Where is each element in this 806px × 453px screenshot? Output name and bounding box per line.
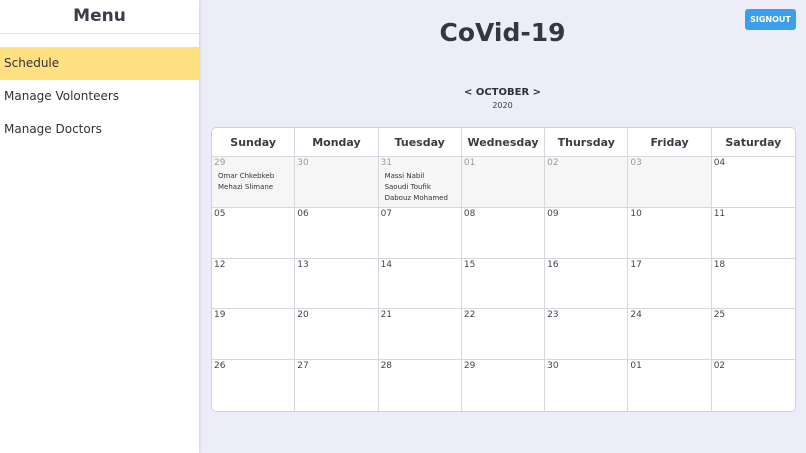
day-number: 01 [463,158,476,168]
day-number: 15 [463,259,476,270]
month-label: OCTOBER [475,87,530,98]
next-month-button[interactable]: > [533,87,541,98]
day-number: 10 [630,208,642,219]
prev-month-button[interactable]: < [464,87,472,98]
calendar-day-cell[interactable]: 15 [461,258,546,310]
calendar-day-cell[interactable]: 29 [461,360,546,411]
event-entry[interactable]: Saoudi Toufik [381,182,459,193]
main-content: SIGNOUT CoVid-19 < OCTOBER > 2020 Sunday… [199,0,806,453]
day-number: 02 [547,158,559,168]
event-list: Massi Nabil Saoudi Toufik Dabouz Mohamed [381,171,459,204]
day-number: 29 [463,361,476,372]
day-number: 13 [297,259,309,270]
calendar-day-cell[interactable]: 26 [212,360,296,411]
calendar-day-cell[interactable]: 30 [295,157,379,208]
calendar-day-cell[interactable]: 05 [212,207,296,259]
calendar-day-cell[interactable]: 30 [545,360,629,411]
weekday-header-saturday: Saturday [711,128,795,157]
calendar-day-cell[interactable]: 02 [545,157,629,208]
sidebar-item-manage-doctors[interactable]: Manage Doctors [0,113,199,146]
menu-list: Schedule Manage Volonteers Manage Doctor… [0,47,199,146]
day-number: 27 [297,361,309,372]
calendar-day-cell[interactable]: 17 [628,258,712,310]
day-number: 04 [713,158,726,168]
weekday-header-thursday: Thursday [545,128,629,157]
calendar-day-cell[interactable]: 29 Omar Chkebkeb Mehazi Slimane [212,157,296,208]
calendar-day-cell[interactable]: 07 [378,207,462,259]
calendar-day-cell[interactable]: 13 [295,258,379,310]
calendar-day-cell[interactable]: 09 [545,207,629,259]
day-number: 06 [297,208,309,219]
calendar-day-cell[interactable]: 01 [461,157,546,208]
weekday-header-monday: Monday [295,128,379,157]
calendar-day-cell[interactable]: 10 [628,207,712,259]
calendar-day-cell[interactable]: 24 [628,309,712,361]
weekday-header-friday: Friday [628,128,712,157]
event-entry[interactable]: Omar Chkebkeb [214,171,292,182]
calendar-day-cell[interactable]: 06 [295,207,379,259]
calendar-day-cell[interactable]: 21 [378,309,462,361]
day-number: 11 [713,208,726,219]
calendar-day-cell[interactable]: 16 [545,258,629,310]
calendar-day-cell[interactable]: 25 [711,309,795,361]
calendar-day-cell[interactable]: 31 Massi Nabil Saoudi Toufik Dabouz Mohamed [378,157,462,208]
day-number: 26 [214,361,226,372]
day-number: 02 [713,361,726,372]
day-number: 30 [547,361,559,372]
event-entry[interactable]: Mehazi Slimane [214,182,292,193]
calendar-day-cell[interactable]: 23 [545,309,629,361]
day-number: 19 [214,310,226,321]
calendar-day-cell[interactable]: 04 [711,157,795,208]
day-number: 08 [463,208,476,219]
day-number: 21 [380,310,393,321]
menu-title: Menu [0,0,199,34]
day-number: 23 [547,310,559,321]
calendar-day-cell[interactable]: 02 [711,360,795,411]
day-number: 07 [380,208,393,219]
year-label: 2020 [492,101,513,110]
day-number: 14 [380,259,393,270]
weekday-header-tuesday: Tuesday [378,128,462,157]
day-number: 28 [380,361,393,372]
calendar-day-cell[interactable]: 11 [711,207,795,259]
day-number: 05 [214,208,226,219]
event-list: Omar Chkebkeb Mehazi Slimane [214,171,292,193]
calendar-day-cell[interactable]: 27 [295,360,379,411]
day-number: 03 [630,158,642,168]
calendar-day-cell[interactable]: 03 [628,157,712,208]
calendar-day-cell[interactable]: 01 [628,360,712,411]
calendar-day-cell[interactable]: 12 [212,258,296,310]
calendar-grid: Sunday Monday Tuesday Wednesday Thursday Frid… [211,127,796,412]
day-number: 01 [630,361,642,372]
sidebar: Menu Schedule Manage Volonteers Manage D… [0,0,199,453]
day-number: 18 [713,259,726,270]
day-number: 30 [297,158,309,168]
calendar-day-cell[interactable]: 28 [378,360,462,411]
day-number: 12 [214,259,226,270]
day-number: 16 [547,259,559,270]
weekday-header-wednesday: Wednesday [461,128,546,157]
calendar-day-cell[interactable]: 19 [212,309,296,361]
day-number: 25 [713,310,726,321]
day-number: 24 [630,310,642,321]
event-entry[interactable]: Massi Nabil [381,171,459,182]
calendar-day-cell[interactable]: 22 [461,309,546,361]
day-number: 09 [547,208,559,219]
day-number: 31 [380,158,393,168]
month-navigation: < OCTOBER > [199,87,806,98]
event-entry[interactable]: Dabouz Mohamed [381,193,459,204]
weekday-header-sunday: Sunday [212,128,296,157]
calendar-day-cell[interactable]: 14 [378,258,462,310]
day-number: 29 [214,158,226,168]
sidebar-item-schedule[interactable]: Schedule [0,47,199,80]
day-number: 20 [297,310,309,321]
page-title: CoVid-19 [439,18,566,47]
day-number: 17 [630,259,642,270]
calendar-day-cell[interactable]: 18 [711,258,795,310]
day-number: 22 [463,310,476,321]
sidebar-item-manage-volonteers[interactable]: Manage Volonteers [0,80,199,113]
calendar-day-cell[interactable]: 20 [295,309,379,361]
calendar-day-cell[interactable]: 08 [461,207,546,259]
